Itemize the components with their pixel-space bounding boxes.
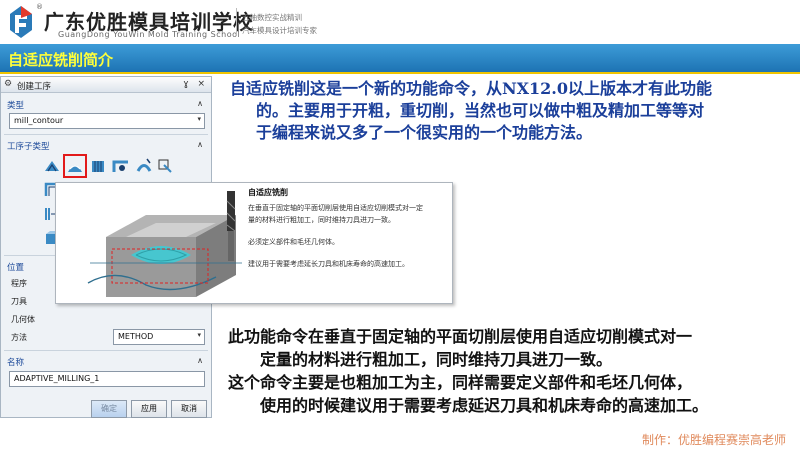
tooltip-title: 自适应铣削 — [248, 188, 288, 197]
dialog-titlebar[interactable]: ⚙ 创建工序 ɣ × — [1, 77, 211, 93]
collapse-caret-icon[interactable]: ∧ — [197, 356, 203, 365]
detail-line: 此功能命令在垂直于固定轴的平面切削层使用自适应切削模式对一 — [228, 327, 693, 346]
header-divider — [236, 8, 237, 36]
tooltip-line: 量的材料进行粗加工，同时维持刀具进刀一致。 — [248, 216, 395, 224]
gear-icon[interactable]: ⚙ — [4, 79, 12, 89]
rest-milling-icon[interactable] — [135, 157, 153, 175]
divider — [4, 350, 208, 351]
school-logo-icon — [10, 6, 32, 38]
collapse-caret-icon[interactable]: ∧ — [197, 140, 203, 149]
operation-name-input[interactable]: ADAPTIVE_MILLING_1 — [9, 371, 205, 387]
slide-title: 自适应铣削简介 — [8, 51, 114, 69]
registered-mark: ® — [36, 3, 43, 11]
chevron-down-icon: ▾ — [197, 331, 201, 339]
tooltip-line: 必须定义部件和毛坯几何体。 — [248, 238, 339, 246]
end-mill-tool-icon — [226, 191, 236, 261]
chevron-down-icon: ▾ — [197, 115, 201, 123]
dialog-title: 创建工序 — [17, 82, 52, 92]
type-select-value: mill_contour — [14, 116, 64, 125]
method-select-value: METHOD — [118, 332, 154, 341]
corner-rough-icon[interactable] — [112, 157, 130, 175]
cavity-mill-icon[interactable] — [43, 157, 61, 175]
slogan-line-2: 汽车模具设计培训专家 — [242, 26, 317, 35]
dialog-window-buttons[interactable]: ɣ × — [183, 79, 208, 89]
intro-line: 于编程来说又多了一个很实用的一个功能方法。 — [256, 123, 593, 142]
tool-label: 刀具 — [11, 297, 27, 306]
subtype-section-label[interactable]: 工序子类型 — [7, 140, 50, 152]
zlevel-profile-icon[interactable] — [156, 157, 174, 175]
method-select[interactable]: METHOD ▾ — [113, 329, 205, 345]
author-credit: 制作：优胜编程赛崇高老师 — [641, 433, 786, 447]
detail-line: 使用的时候建议用于需要考虑延迟刀具和机床寿命的高速加工。 — [260, 396, 709, 415]
location-section-label[interactable]: 位置 — [7, 261, 24, 273]
type-section-label[interactable]: 类型 — [7, 99, 24, 111]
tooltip-line: 建议用于需要考虑延长刀具和机床寿命的高速加工。 — [248, 260, 409, 268]
school-name-english: GuangDong YouWin Mold Training School — [58, 30, 241, 39]
tooltip-line: 在垂直于固定轴的平面切削层使用自适应切削模式对一定 — [248, 204, 423, 212]
method-label: 方法 — [11, 333, 27, 342]
detail-line: 这个命令主要是也粗加工为主，同样需要定义部件和毛坯几何体， — [228, 373, 693, 392]
slogan-line-1: 五轴数控实战精训 — [242, 13, 302, 22]
title-bar: 自适应铣削简介 — [0, 44, 800, 74]
detail-line: 定量的材料进行粗加工，同时维持刀具进刀一致。 — [260, 350, 613, 369]
header: ® 广东优胜模具培训学校 GuangDong YouWin Mold Train… — [0, 0, 800, 44]
program-label: 程序 — [11, 279, 27, 288]
type-select[interactable]: mill_contour ▾ — [9, 113, 205, 129]
geometry-label: 几何体 — [11, 315, 35, 324]
ok-button[interactable]: 确定 — [91, 400, 127, 418]
intro-line: 的。主要用于开粗，重切削，当然也可以做中粗及精加工等等对 — [256, 101, 705, 120]
operation-tooltip: 自适应铣削 在垂直于固定轴的平面切削层使用自适应切削模式对一定 量的材料进行粗加… — [55, 182, 453, 304]
cancel-button[interactable]: 取消 — [171, 400, 207, 418]
name-section-label[interactable]: 名称 — [7, 356, 24, 368]
operation-name-value: ADAPTIVE_MILLING_1 — [14, 374, 100, 383]
selected-subtype-highlight — [63, 154, 87, 178]
plunge-mill-icon[interactable] — [89, 157, 107, 175]
divider — [4, 134, 208, 135]
apply-button[interactable]: 应用 — [131, 400, 167, 418]
collapse-caret-icon[interactable]: ∧ — [197, 99, 203, 108]
intro-line: 自适应铣削这是一个新的功能命令，从NX12.0以上版本才有此功能 — [230, 79, 713, 98]
